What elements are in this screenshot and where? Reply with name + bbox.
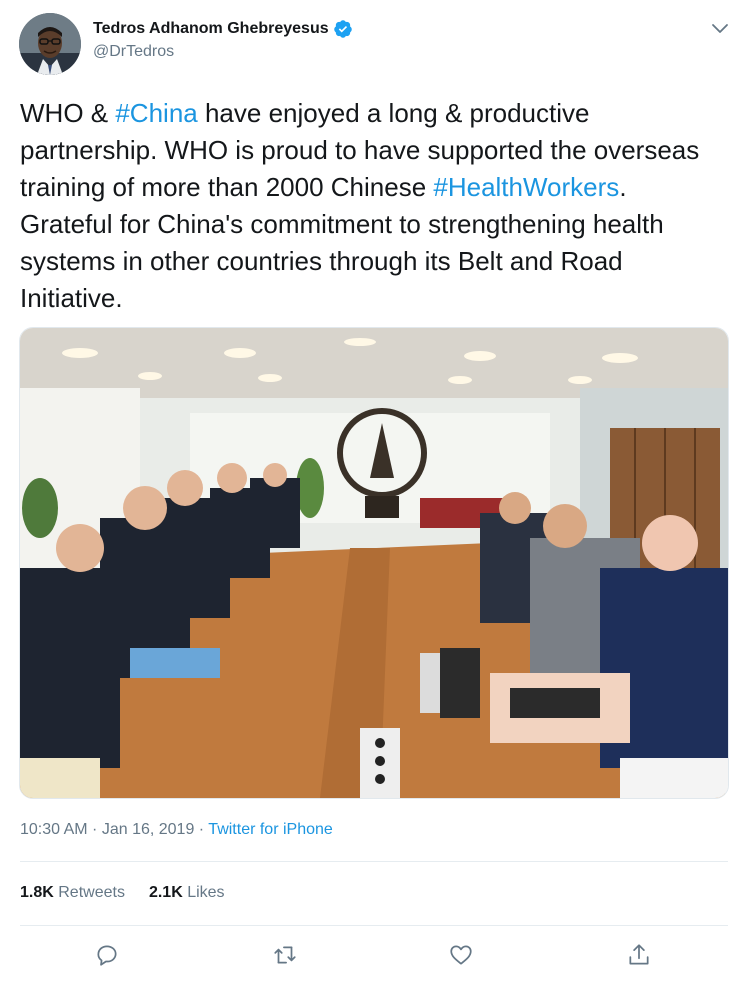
- tweet-timestamp-row: 10:30 AM · Jan 16, 2019 · Twitter for iP…: [20, 821, 333, 839]
- retweets-count: 1.8K: [20, 884, 54, 901]
- likes-label: Likes: [187, 884, 225, 901]
- likes-stat[interactable]: 2.1K Likes: [149, 884, 225, 902]
- retweet-icon[interactable]: [272, 942, 298, 968]
- chevron-down-icon[interactable]: [708, 16, 732, 40]
- divider: [20, 861, 728, 862]
- retweets-label: Retweets: [58, 884, 125, 901]
- like-icon[interactable]: [448, 942, 474, 968]
- tweet-date[interactable]: Jan 16, 2019: [102, 821, 195, 838]
- tweet-actions: [0, 942, 746, 972]
- tweet-text: WHO & #China have enjoyed a long & produ…: [20, 95, 720, 317]
- hashtag-link[interactable]: #HealthWorkers: [433, 172, 619, 202]
- divider: [20, 925, 728, 926]
- hashtag-link[interactable]: #China: [115, 98, 197, 128]
- author-name[interactable]: Tedros Adhanom Ghebreyesus: [93, 20, 329, 38]
- tweet-text-segment: WHO &: [20, 98, 116, 128]
- tweet-source-link[interactable]: Twitter for iPhone: [208, 821, 333, 838]
- reply-icon[interactable]: [94, 942, 120, 968]
- tweet-time[interactable]: 10:30 AM: [20, 821, 88, 838]
- share-icon[interactable]: [626, 942, 652, 968]
- likes-count: 2.1K: [148, 884, 183, 901]
- avatar[interactable]: [19, 13, 81, 75]
- author-name-row[interactable]: Tedros Adhanom Ghebreyesus: [93, 19, 353, 39]
- tweet-photo[interactable]: [19, 327, 729, 799]
- verified-badge-icon: [333, 19, 353, 39]
- meta-separator: ·: [194, 821, 209, 838]
- meta-separator: ·: [87, 821, 102, 838]
- retweets-stat[interactable]: 1.8K Retweets: [20, 884, 125, 902]
- engagement-stats: 1.8K Retweets 2.1K Likes: [20, 884, 225, 902]
- author-handle[interactable]: @DrTedros: [93, 43, 174, 61]
